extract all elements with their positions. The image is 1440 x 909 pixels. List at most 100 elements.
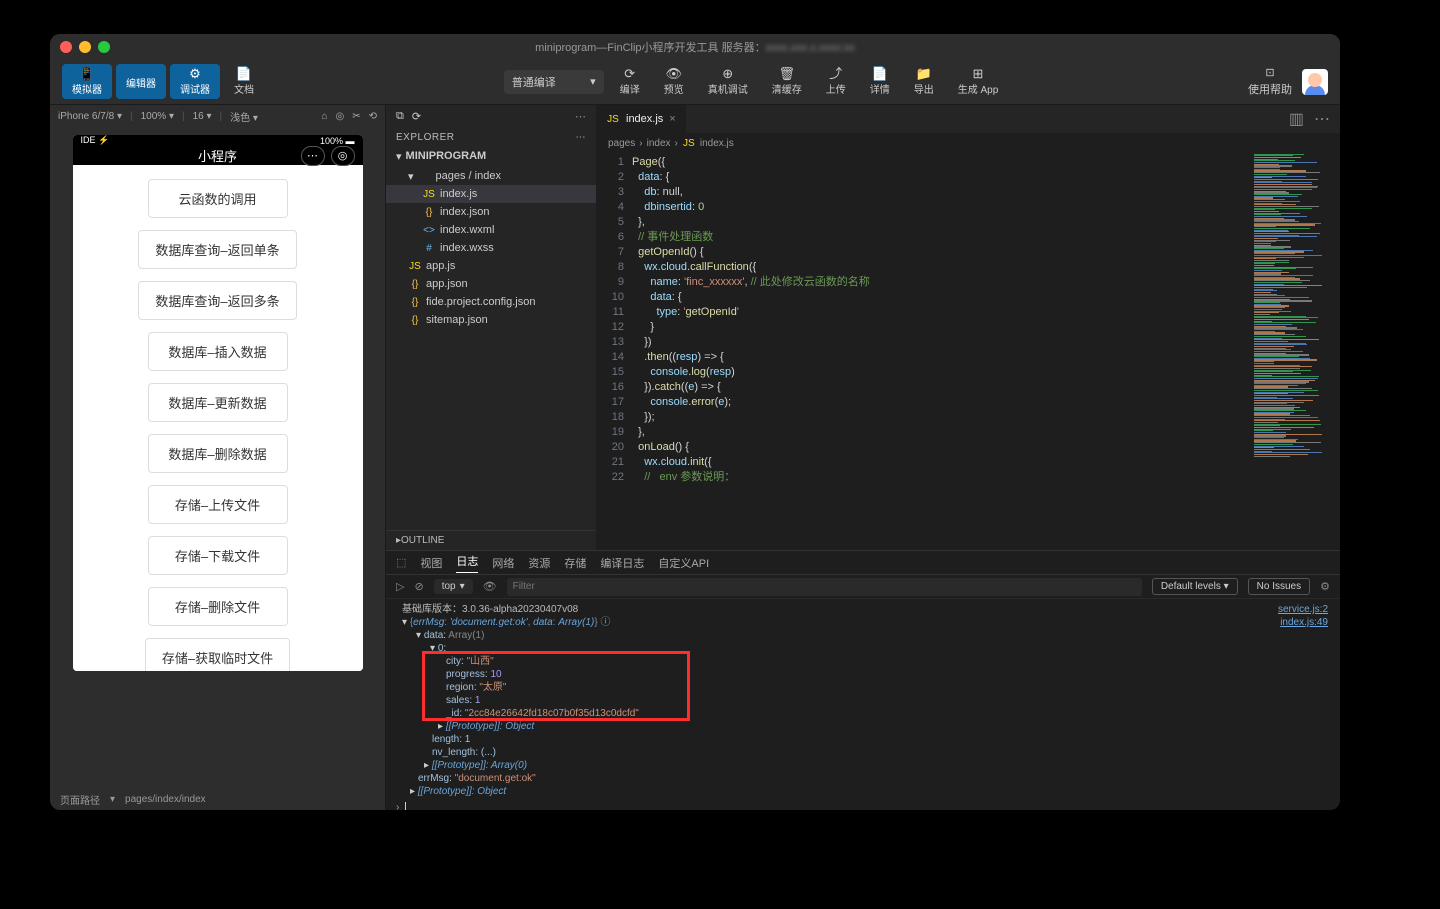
rotate-icon[interactable]: ⟲ — [369, 111, 377, 122]
clear-icon[interactable]: ⊘ — [414, 580, 423, 593]
ellipsis-icon[interactable]: ⋯ — [576, 132, 587, 143]
ellipsis-icon[interactable]: ⋯ — [1314, 109, 1330, 129]
app-button-9[interactable]: 存储–获取临时文件 — [145, 638, 290, 671]
toolbar-生成 App[interactable]: ⊞生成 App — [948, 64, 1009, 99]
device-dd[interactable]: iPhone 6/7/8 ▾ — [58, 111, 122, 122]
app-button-5[interactable]: 数据库–删除数据 — [148, 434, 288, 473]
file-app.js[interactable]: JSapp.js — [386, 257, 596, 275]
ide-window: miniprogram—FinClip小程序开发工具 服务器：xxxx.xxx.… — [50, 34, 1340, 810]
context-dropdown[interactable]: top ▾ — [434, 579, 473, 594]
font-dd[interactable]: 16 ▾ — [193, 111, 212, 122]
capsule-close-icon[interactable]: ◎ — [331, 146, 355, 166]
eye-icon[interactable]: 👁 — [483, 580, 497, 593]
ellipsis-icon[interactable]: ⋯ — [575, 110, 586, 123]
version-line: 基础库版本：3.0.36-alpha20230407v08 — [402, 603, 1330, 616]
toolbar-模拟器[interactable]: 📱模拟器 — [62, 64, 112, 99]
explorer-panel: ⧉ ⟳ ⋯ EXPLORER⋯ ▾MINIPROGRAM ▾pages / in… — [386, 105, 596, 550]
close-icon[interactable]: × — [669, 113, 675, 125]
source-link[interactable]: index.js:49 — [1278, 616, 1328, 629]
simulator-panel: iPhone 6/7/8 ▾| 100% ▾| 16 ▾| 浅色 ▾ ⌂ ◎ ✂… — [50, 105, 386, 810]
phone-preview: IDE ⚡100% ▬ 小程序 ⋯ ◎ 云函数的调用数据库查询–返回单条数据库查… — [73, 135, 363, 671]
devtools-panel: ⬚ 视图日志网络资源存储编译日志自定义API ▷ ⊘ top ▾ 👁 Defau… — [386, 550, 1340, 810]
levels-dropdown[interactable]: Default levels ▾ — [1152, 578, 1238, 595]
js-file-icon: JS — [606, 114, 620, 125]
console-tab-编译日志[interactable]: 编译日志 — [600, 555, 644, 571]
more-icon[interactable]: ⟳ — [412, 110, 421, 123]
toolbar-编辑器[interactable]: 编辑器 — [116, 64, 166, 99]
filter-input[interactable] — [507, 578, 1142, 596]
project-root[interactable]: ▾MINIPROGRAM — [386, 147, 596, 165]
toolbar-文档[interactable]: 📄文档 — [224, 64, 264, 99]
file-fide.project.config.json[interactable]: {}fide.project.config.json — [386, 293, 596, 311]
app-button-4[interactable]: 数据库–更新数据 — [148, 383, 288, 422]
console-prompt[interactable]: › — [396, 801, 1330, 810]
inspect-icon[interactable]: ⬚ — [396, 556, 406, 569]
window-title: miniprogram—FinClip小程序开发工具 服务器：xxxx.xxx.… — [535, 39, 855, 55]
outline-header[interactable]: ▸ OUTLINE — [386, 530, 596, 550]
simulator-footer: 页面路径▾pages/index/index — [50, 788, 385, 810]
file-index.wxml[interactable]: <>index.wxml — [386, 221, 596, 239]
code-editor: JS index.js × ▥ ⋯ pages › index › JS ind… — [596, 105, 1340, 550]
toolbar-调试器[interactable]: ⚙调试器 — [170, 64, 220, 99]
play-icon[interactable]: ▷ — [396, 580, 404, 593]
console-tab-日志[interactable]: 日志 — [456, 553, 478, 573]
toolbar-详情[interactable]: 📄详情 — [860, 64, 900, 99]
file-pages / index[interactable]: ▾pages / index — [386, 167, 596, 185]
app-button-6[interactable]: 存储–上传文件 — [148, 485, 288, 524]
theme-dd[interactable]: 浅色 ▾ — [230, 109, 258, 124]
console-tab-存储[interactable]: 存储 — [564, 555, 586, 571]
split-icon[interactable]: ⧉ — [396, 110, 404, 123]
breadcrumb[interactable]: pages › index › JS index.js — [596, 133, 1340, 153]
toolbar-真机调试[interactable]: ⊕真机调试 — [698, 64, 758, 99]
capsule-menu-icon[interactable]: ⋯ — [301, 146, 325, 166]
console-tab-视图[interactable]: 视图 — [420, 555, 442, 571]
toolbar-清缓存[interactable]: 🗑清缓存 — [762, 64, 812, 99]
simulator-config-bar: iPhone 6/7/8 ▾| 100% ▾| 16 ▾| 浅色 ▾ ⌂ ◎ ✂… — [50, 105, 385, 127]
location-icon[interactable]: ◎ — [335, 111, 344, 122]
console-tab-网络[interactable]: 网络 — [492, 555, 514, 571]
home-icon[interactable]: ⌂ — [321, 111, 327, 122]
phone-statusbar: IDE ⚡100% ▬ — [73, 135, 363, 146]
titlebar: miniprogram—FinClip小程序开发工具 服务器：xxxx.xxx.… — [50, 34, 1340, 59]
close-icon[interactable] — [60, 41, 72, 53]
compile-mode-dropdown[interactable]: 普通编译▾ — [504, 70, 604, 94]
toolbar: 📱模拟器编辑器⚙调试器📄文档 普通编译▾ ⟳编译👁预览⊕真机调试🗑清缓存⤴上传📄… — [50, 59, 1340, 105]
toolbar-上传[interactable]: ⤴上传 — [816, 64, 856, 99]
file-app.json[interactable]: {}app.json — [386, 275, 596, 293]
app-button-3[interactable]: 数据库–插入数据 — [148, 332, 288, 371]
file-index.json[interactable]: {}index.json — [386, 203, 596, 221]
traffic-lights — [60, 41, 110, 53]
minimap[interactable] — [1248, 153, 1340, 550]
phone-content: 云函数的调用数据库查询–返回单条数据库查询–返回多条数据库–插入数据数据库–更新… — [73, 165, 363, 671]
explorer-header[interactable]: EXPLORER⋯ — [386, 127, 596, 147]
file-index.js[interactable]: JSindex.js — [386, 185, 596, 203]
gear-icon[interactable]: ⚙ — [1320, 580, 1330, 593]
console-tab-自定义API[interactable]: 自定义API — [658, 555, 709, 571]
zoom-dd[interactable]: 100% ▾ — [141, 111, 174, 122]
source-link[interactable]: service.js:2 — [1278, 603, 1328, 616]
toolbar-预览[interactable]: 👁预览 — [654, 64, 694, 99]
avatar[interactable] — [1302, 69, 1328, 95]
issues-badge[interactable]: No Issues — [1248, 578, 1310, 595]
help-button[interactable]: ⊡使用帮助 — [1248, 66, 1292, 97]
file-sitemap.json[interactable]: {}sitemap.json — [386, 311, 596, 329]
code-area[interactable]: 12345678910111213141516171819202122 Page… — [596, 153, 1340, 550]
app-button-7[interactable]: 存储–下载文件 — [148, 536, 288, 575]
tab-index-js[interactable]: JS index.js × — [596, 105, 687, 133]
zoom-icon[interactable] — [98, 41, 110, 53]
app-button-0[interactable]: 云函数的调用 — [148, 179, 288, 218]
minimize-icon[interactable] — [79, 41, 91, 53]
app-button-8[interactable]: 存储–删除文件 — [148, 587, 288, 626]
console-tab-资源[interactable]: 资源 — [528, 555, 550, 571]
console-output[interactable]: service.js:2 index.js:49 基础库版本：3.0.36-al… — [386, 599, 1340, 810]
app-button-1[interactable]: 数据库查询–返回单条 — [138, 230, 296, 269]
source-links: service.js:2 index.js:49 — [1278, 603, 1328, 629]
toolbar-编译[interactable]: ⟳编译 — [610, 64, 650, 99]
app-button-2[interactable]: 数据库查询–返回多条 — [138, 281, 296, 320]
file-index.wxss[interactable]: #index.wxss — [386, 239, 596, 257]
split-editor-icon[interactable]: ▥ — [1289, 109, 1304, 129]
toolbar-导出[interactable]: 📁导出 — [904, 64, 944, 99]
cut-icon[interactable]: ✂ — [352, 111, 360, 122]
console-toolbar: ▷ ⊘ top ▾ 👁 Default levels ▾ No Issues ⚙ — [386, 575, 1340, 599]
chevron-down-icon: ▾ — [590, 75, 596, 88]
